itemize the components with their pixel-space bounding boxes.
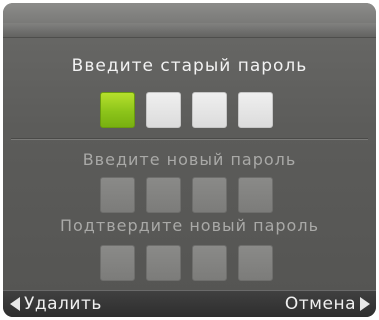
delete-softkey-label: Удалить: [24, 294, 102, 314]
softkey-bar: Удалить Отмена: [3, 290, 376, 317]
confirm-password-label: Подтвердите новый пароль: [59, 216, 319, 235]
old-password-digit-3[interactable]: [192, 92, 227, 128]
arrow-left-icon: [10, 297, 20, 311]
new-password-pin-field: [3, 177, 373, 213]
cancel-softkey[interactable]: Отмена: [285, 294, 370, 314]
cancel-softkey-label: Отмена: [284, 294, 356, 314]
confirm-password-digit-2: [146, 245, 181, 281]
new-password-digit-3: [192, 177, 227, 213]
new-password-digit-1: [100, 177, 135, 213]
old-password-pin-field[interactable]: [3, 92, 373, 128]
delete-softkey[interactable]: Удалить: [10, 294, 102, 314]
section-divider: [11, 138, 368, 140]
new-password-digit-4: [238, 177, 273, 213]
old-password-digit-2[interactable]: [146, 92, 181, 128]
old-password-digit-4[interactable]: [238, 92, 273, 128]
confirm-password-pin-field: [3, 245, 373, 281]
new-password-digit-2: [146, 177, 181, 213]
old-password-label: Введите старый пароль: [71, 56, 308, 76]
confirm-password-digit-1: [100, 245, 135, 281]
arrow-right-icon: [360, 297, 370, 311]
title-bar: [3, 3, 376, 38]
new-password-label: Введите новый пароль: [82, 150, 297, 169]
change-password-screen: Введите старый пароль Введите новый паро…: [3, 3, 376, 317]
confirm-password-digit-3: [192, 245, 227, 281]
confirm-password-digit-4: [238, 245, 273, 281]
old-password-digit-1[interactable]: [100, 92, 135, 128]
